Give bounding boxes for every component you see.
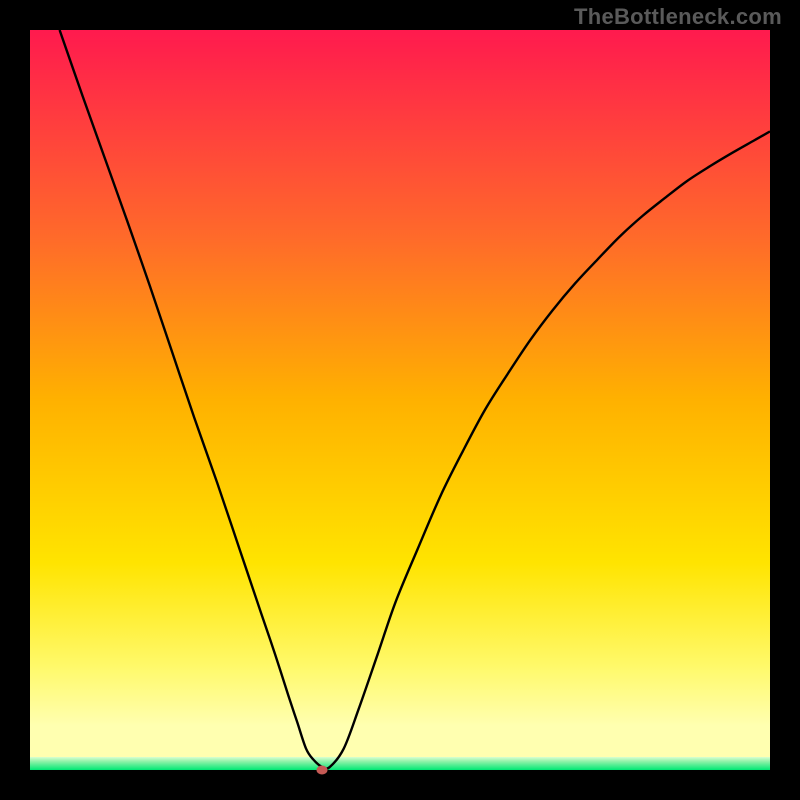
plot-area	[30, 30, 770, 770]
watermark-text: TheBottleneck.com	[574, 4, 782, 30]
optimal-point-marker	[316, 766, 327, 775]
curve-svg	[30, 30, 770, 770]
bottleneck-curve	[60, 30, 770, 769]
chart-container: TheBottleneck.com	[0, 0, 800, 800]
